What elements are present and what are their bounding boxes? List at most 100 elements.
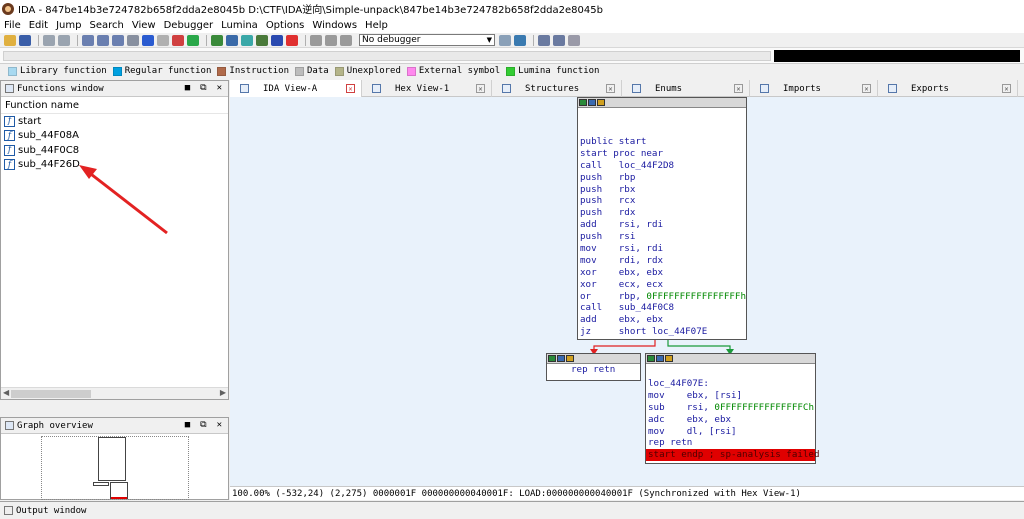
tab-hex-view-1[interactable]: Hex View-1 ✕ (362, 80, 492, 97)
function-row[interactable]: f sub_44F26D (1, 158, 228, 173)
open-file-icon[interactable] (4, 34, 16, 46)
navigation-band-track[interactable] (3, 51, 771, 61)
asm-line[interactable]: mov rdi, rdx (578, 255, 746, 267)
sequence-search-icon[interactable] (127, 34, 139, 46)
menu-debugger[interactable]: Debugger (160, 20, 218, 31)
menu-lumina[interactable]: Lumina (217, 20, 262, 31)
node-group-icon[interactable] (588, 99, 596, 106)
asm-line[interactable]: call loc_44F2D8 (578, 160, 746, 172)
asm-line[interactable]: push rdx (578, 207, 746, 219)
menu-windows[interactable]: Windows (308, 20, 361, 31)
tab-close-icon[interactable]: ✕ (862, 84, 871, 93)
asm-line[interactable]: xor ebx, ebx (578, 267, 746, 279)
tab-close-icon[interactable]: ✕ (734, 84, 743, 93)
pause-icon[interactable] (325, 34, 337, 46)
jump-down-icon[interactable] (142, 34, 154, 46)
tab-structures[interactable]: Structures ✕ (492, 80, 622, 97)
undefine-icon[interactable] (157, 34, 169, 46)
node-color-icon[interactable] (579, 99, 587, 106)
function-name-column-header[interactable]: Function name (1, 97, 228, 114)
tab-close-icon[interactable]: ✕ (346, 84, 355, 93)
tab-close-icon[interactable]: ✕ (1002, 84, 1011, 93)
asm-line[interactable]: mov ebx, [rsi] (646, 390, 815, 402)
breakpoint-list-icon[interactable] (271, 34, 283, 46)
asm-line[interactable]: jz short loc_44F07E (578, 326, 746, 338)
tab-imports[interactable]: Imports ✕ (750, 80, 878, 97)
asm-line[interactable]: push rbp (578, 172, 746, 184)
immediate-search-icon[interactable] (112, 34, 124, 46)
asm-line[interactable]: push rcx (578, 195, 746, 207)
asm-line[interactable]: add ebx, ebx (578, 314, 746, 326)
node-graph-icon[interactable] (566, 355, 574, 362)
node-color-icon[interactable] (647, 355, 655, 362)
asm-line[interactable]: mov dl, [rsi] (646, 426, 815, 438)
step-into-icon[interactable] (538, 34, 550, 46)
menu-jump[interactable]: Jump (52, 20, 85, 31)
tab-close-icon[interactable]: ✕ (606, 84, 615, 93)
scroll-right-icon[interactable]: ▶ (220, 388, 226, 397)
asm-line[interactable]: xor ecx, ecx (578, 279, 746, 291)
text-search-icon[interactable] (97, 34, 109, 46)
function-row[interactable]: f start (1, 114, 228, 129)
asm-line[interactable]: rep retn (646, 437, 815, 449)
menu-edit[interactable]: Edit (25, 20, 52, 31)
graph-node-rep-retn[interactable]: rep retn (546, 353, 641, 381)
asm-line[interactable]: call sub_44F0C8 (578, 302, 746, 314)
menu-options[interactable]: Options (262, 20, 309, 31)
asm-line[interactable]: sub rsi, 0FFFFFFFFFFFFFFFCh (646, 402, 815, 414)
save-icon[interactable] (19, 34, 31, 46)
close-icon[interactable] (286, 34, 298, 46)
node-graph-icon[interactable] (597, 99, 605, 106)
node-color-icon[interactable] (548, 355, 556, 362)
play-icon[interactable] (310, 34, 322, 46)
attach-icon[interactable] (514, 34, 526, 46)
navigation-band-code-region[interactable] (774, 50, 1020, 62)
debugger-options-icon[interactable] (499, 34, 511, 46)
menu-file[interactable]: File (0, 20, 25, 31)
xrefs-icon[interactable] (241, 34, 253, 46)
tab-enums[interactable]: Enums ✕ (622, 80, 750, 97)
data-icon[interactable] (187, 34, 199, 46)
pane-menu-icon[interactable]: ■ (185, 83, 190, 93)
binary-search-icon[interactable] (82, 34, 94, 46)
asm-line[interactable]: adc ebx, ebx (646, 414, 815, 426)
asm-line[interactable]: push rsi (578, 231, 746, 243)
stop-icon[interactable] (340, 34, 352, 46)
asm-line[interactable]: rep retn (569, 364, 640, 376)
function-row[interactable]: f sub_44F0C8 (1, 143, 228, 158)
step-over-icon[interactable] (553, 34, 565, 46)
debugger-select[interactable]: No debugger ▼ (359, 34, 495, 46)
graph-node-loc-44f07e[interactable]: loc_44F07E: mov ebx, [rsi] sub rsi, 0FFFFF… (645, 353, 819, 464)
output-window-header[interactable]: Output window (0, 501, 1024, 519)
menu-view[interactable]: View (128, 20, 160, 31)
scroll-left-icon[interactable]: ◀ (3, 388, 9, 397)
asm-line[interactable]: push rbx (578, 184, 746, 196)
asm-line[interactable]: start endp ; sp-analysis failed (646, 449, 819, 462)
back-arrow-icon[interactable] (43, 34, 55, 46)
asm-line[interactable]: mov rsi, rdi (578, 243, 746, 255)
menu-search[interactable]: Search (86, 20, 128, 31)
graph-overview-viewport[interactable] (41, 436, 189, 500)
call-graph-icon[interactable] (256, 34, 268, 46)
asm-line[interactable]: loc_44F07E: (646, 378, 815, 390)
tab-exports[interactable]: Exports ✕ (878, 80, 1018, 97)
pane-close-icon[interactable]: ✕ (217, 420, 222, 430)
ida-graph-view[interactable]: public start start proc near call loc_44F2… (230, 97, 1024, 486)
node-graph-icon[interactable] (665, 355, 673, 362)
asm-line[interactable]: start proc near (578, 148, 746, 160)
node-group-icon[interactable] (557, 355, 565, 362)
tab-close-icon[interactable]: ✕ (476, 84, 485, 93)
forward-arrow-icon[interactable] (58, 34, 70, 46)
tab-ida-view-a[interactable]: IDA View-A ✕ (230, 80, 362, 97)
asm-line[interactable]: or rbp, 0FFFFFFFFFFFFFFFFh (578, 291, 746, 303)
asm-line[interactable]: public start (578, 136, 746, 148)
pane-float-icon[interactable]: ⧉ (200, 83, 206, 93)
function-row[interactable]: f sub_44F08A (1, 129, 228, 144)
node-group-icon[interactable] (656, 355, 664, 362)
asm-line[interactable]: add rsi, rdi (578, 219, 746, 231)
run-to-cursor-icon[interactable] (568, 34, 580, 46)
horizontal-scrollbar[interactable]: ◀ ▶ (1, 387, 228, 399)
code-icon[interactable] (172, 34, 184, 46)
scrollbar-thumb[interactable] (11, 390, 91, 398)
pane-menu-icon[interactable]: ■ (185, 420, 190, 430)
